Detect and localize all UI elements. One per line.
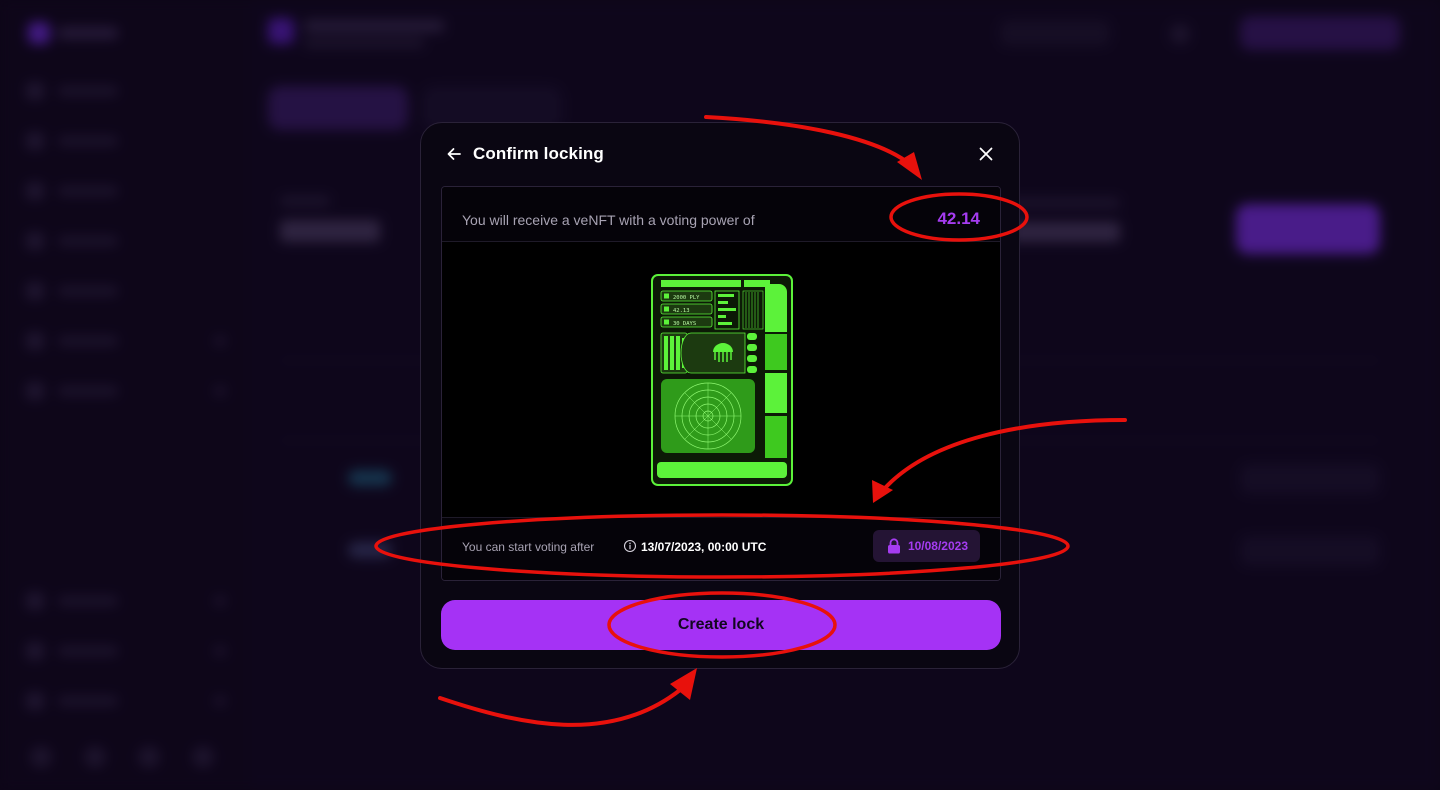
background-cta: [1236, 204, 1380, 254]
background-sidebar: [0, 0, 250, 790]
background-nav-bottom: [26, 588, 226, 738]
modal-title: Confirm locking: [473, 144, 604, 163]
receive-text: You will receive a veNFT with a voting p…: [462, 212, 755, 228]
info-icon[interactable]: [623, 539, 637, 553]
close-button[interactable]: [975, 143, 997, 165]
nft-duration: 30 DAYS: [673, 321, 696, 327]
create-lock-button[interactable]: Create lock: [441, 600, 1001, 650]
voting-power-row: You will receive a veNFT with a voting p…: [442, 187, 1000, 242]
background-chip: [348, 542, 392, 558]
background-stat: [280, 196, 380, 242]
background-header: [250, 0, 1440, 70]
voting-start-label: You can start voting after: [462, 540, 595, 554]
voting-start-row: You can start voting after 13/07/2023, 0…: [442, 517, 1000, 580]
background-nav: [26, 78, 226, 428]
lock-icon: [887, 538, 900, 554]
close-icon: [979, 147, 993, 161]
lock-expiry-date: 10/08/2023: [907, 539, 968, 553]
venft-card-image: 2000 PLY 42.13 30 DAYS: [651, 274, 793, 486]
nft-preview-area: 2000 PLY 42.13 30 DAYS: [442, 243, 1000, 517]
background-chip: [348, 470, 392, 486]
confirm-locking-modal: Confirm locking You will receive a veNFT…: [420, 122, 1020, 669]
arrow-left-icon: [447, 148, 461, 160]
background-row-button: [1240, 464, 1380, 494]
lock-summary-panel: You will receive a veNFT with a voting p…: [441, 186, 1001, 581]
back-button[interactable]: [443, 143, 465, 165]
lock-expiry-badge: 10/08/2023: [872, 530, 980, 562]
nft-amount: 2000 PLY: [673, 295, 700, 301]
background-row-button: [1240, 536, 1380, 566]
modal-header: Confirm locking: [421, 123, 1019, 185]
background-logo: [28, 22, 128, 44]
voting-power-value: 42.14: [937, 209, 980, 228]
nft-power: 42.13: [673, 308, 690, 314]
background-socials: [30, 746, 214, 768]
background-stat-2: [1010, 198, 1120, 242]
create-lock-label: Create lock: [677, 616, 765, 633]
voting-start-date: 13/07/2023, 00:00 UTC: [641, 540, 767, 554]
